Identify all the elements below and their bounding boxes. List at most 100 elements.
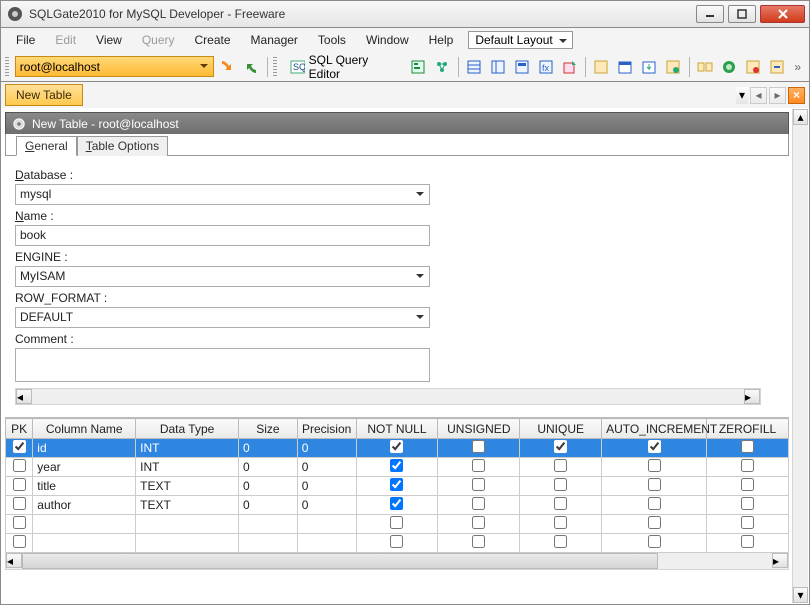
table-row[interactable]: [6, 515, 789, 534]
col-zerofill[interactable]: ZEROFILL: [707, 419, 789, 439]
index-icon[interactable]: [487, 56, 508, 78]
cell-precision[interactable]: [297, 534, 356, 553]
engine-combo[interactable]: MyISAM: [15, 266, 430, 287]
view-icon[interactable]: [511, 56, 532, 78]
col-pk[interactable]: PK: [6, 419, 33, 439]
user-icon[interactable]: [719, 56, 740, 78]
table-row[interactable]: titleTEXT00: [6, 477, 789, 496]
cell-data-type[interactable]: TEXT: [136, 496, 239, 515]
checkbox[interactable]: [390, 516, 403, 529]
checkbox[interactable]: [13, 497, 26, 510]
col-not-null[interactable]: NOT NULL: [356, 419, 438, 439]
maximize-button[interactable]: [728, 5, 756, 23]
tab-general[interactable]: General: [16, 136, 77, 156]
checkbox[interactable]: [741, 440, 754, 453]
cell-data-type[interactable]: INT: [136, 458, 239, 477]
cell-data-type[interactable]: TEXT: [136, 477, 239, 496]
table-row[interactable]: yearINT00: [6, 458, 789, 477]
form-hscrollbar[interactable]: ◂▸: [15, 388, 761, 405]
checkbox[interactable]: [741, 478, 754, 491]
table-row[interactable]: idINT00: [6, 439, 789, 458]
checkbox[interactable]: [554, 516, 567, 529]
checkbox[interactable]: [13, 478, 26, 491]
col-auto-increment[interactable]: AUTO_INCREMENT: [602, 419, 707, 439]
refresh-icon[interactable]: [743, 56, 764, 78]
cell-column-name[interactable]: [33, 534, 136, 553]
cell-precision[interactable]: 0: [297, 458, 356, 477]
cell-column-name[interactable]: author: [33, 496, 136, 515]
checkbox[interactable]: [390, 478, 403, 491]
tab-prev-button[interactable]: ◂: [750, 87, 767, 104]
restore-icon[interactable]: [663, 56, 684, 78]
vertical-scrollbar[interactable]: ▴ ▾: [792, 109, 808, 603]
menu-help[interactable]: Help: [420, 30, 463, 50]
name-input[interactable]: book: [15, 225, 430, 246]
checkbox[interactable]: [13, 535, 26, 548]
checkbox[interactable]: [13, 459, 26, 472]
close-button[interactable]: [760, 5, 805, 23]
scroll-thumb[interactable]: [22, 553, 658, 569]
checkbox[interactable]: [648, 440, 661, 453]
col-precision[interactable]: Precision: [297, 419, 356, 439]
tab-new-table[interactable]: New Table: [5, 84, 83, 106]
table-icon[interactable]: [463, 56, 484, 78]
grid-hscrollbar[interactable]: ◂ ▸: [5, 553, 789, 570]
stop-sql-icon[interactable]: [241, 56, 262, 78]
scroll-left-icon[interactable]: ◂: [6, 553, 22, 568]
checkbox[interactable]: [648, 478, 661, 491]
menu-view[interactable]: View: [87, 30, 131, 50]
cell-precision[interactable]: 0: [297, 439, 356, 458]
database-combo[interactable]: mysql: [15, 184, 430, 205]
col-unique[interactable]: UNIQUE: [520, 419, 602, 439]
scroll-up-icon[interactable]: ▴: [793, 109, 808, 125]
procedure-icon[interactable]: fx: [535, 56, 556, 78]
menu-file[interactable]: File: [7, 30, 44, 50]
tab-next-button[interactable]: ▸: [769, 87, 786, 104]
checkbox[interactable]: [648, 535, 661, 548]
menu-window[interactable]: Window: [357, 30, 418, 50]
checkbox[interactable]: [554, 440, 567, 453]
menu-tools[interactable]: Tools: [309, 30, 355, 50]
scroll-left-icon[interactable]: ◂: [16, 389, 32, 404]
checkbox[interactable]: [472, 497, 485, 510]
export-icon[interactable]: [559, 56, 580, 78]
checkbox[interactable]: [13, 516, 26, 529]
run-sql-icon[interactable]: [217, 56, 238, 78]
connection-combo[interactable]: root@localhost: [15, 56, 214, 77]
tab-dropdown-icon[interactable]: ▾: [736, 87, 748, 104]
import-icon[interactable]: [591, 56, 612, 78]
minimize-button[interactable]: [696, 5, 724, 23]
compare-icon[interactable]: [695, 56, 716, 78]
options-icon[interactable]: [766, 56, 787, 78]
checkbox[interactable]: [741, 497, 754, 510]
checkbox[interactable]: [390, 497, 403, 510]
checkbox[interactable]: [390, 459, 403, 472]
toolbar-overflow-icon[interactable]: »: [790, 60, 805, 74]
menu-manager[interactable]: Manager: [242, 30, 307, 50]
checkbox[interactable]: [648, 497, 661, 510]
script-icon[interactable]: [432, 56, 453, 78]
checkbox[interactable]: [554, 497, 567, 510]
col-unsigned[interactable]: UNSIGNED: [438, 419, 520, 439]
cell-size[interactable]: 0: [239, 458, 298, 477]
cell-precision[interactable]: [297, 515, 356, 534]
cell-size[interactable]: [239, 515, 298, 534]
plan-icon[interactable]: [408, 56, 429, 78]
checkbox[interactable]: [472, 478, 485, 491]
checkbox[interactable]: [390, 535, 403, 548]
cell-size[interactable]: [239, 534, 298, 553]
schedule-icon[interactable]: [615, 56, 636, 78]
checkbox[interactable]: [472, 459, 485, 472]
checkbox[interactable]: [554, 459, 567, 472]
backup-icon[interactable]: [639, 56, 660, 78]
cell-column-name[interactable]: year: [33, 458, 136, 477]
cell-precision[interactable]: 0: [297, 477, 356, 496]
cell-column-name[interactable]: title: [33, 477, 136, 496]
cell-column-name[interactable]: id: [33, 439, 136, 458]
toolbar-grip[interactable]: [5, 57, 9, 77]
checkbox[interactable]: [390, 440, 403, 453]
col-column-name[interactable]: Column Name: [33, 419, 136, 439]
checkbox[interactable]: [472, 535, 485, 548]
cell-column-name[interactable]: [33, 515, 136, 534]
sql-query-editor-button[interactable]: SQL SQL Query Editor: [283, 56, 405, 78]
